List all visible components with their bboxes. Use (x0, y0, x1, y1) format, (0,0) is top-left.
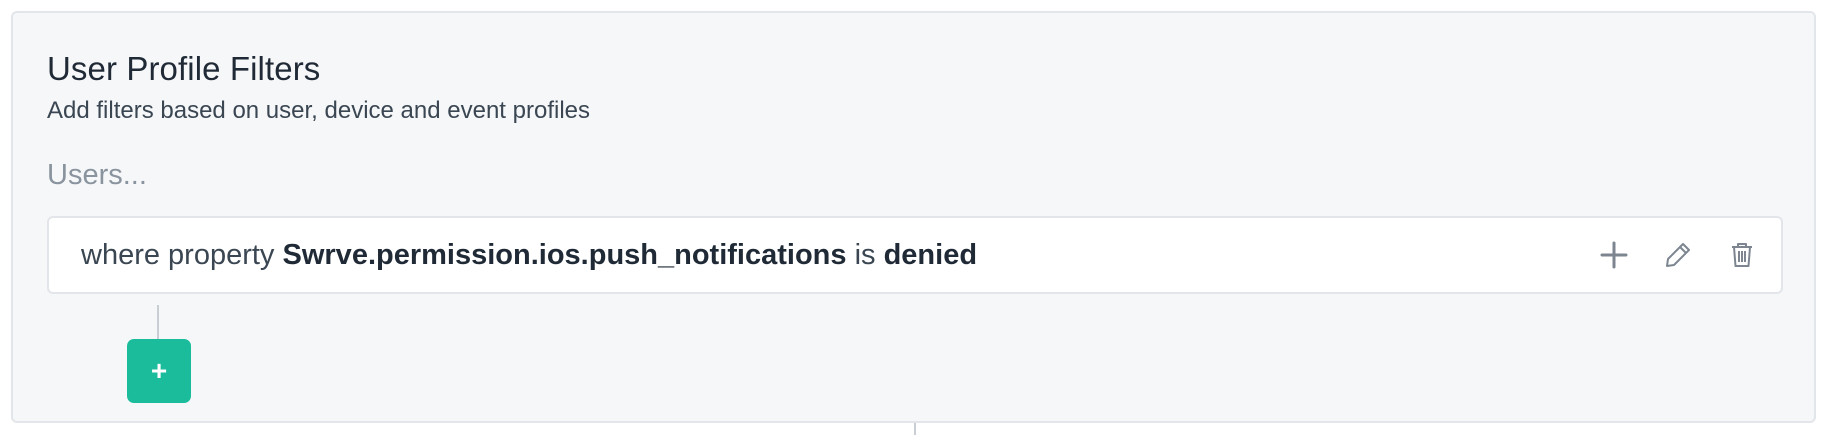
connector-line (157, 305, 159, 341)
section-subtitle: Add filters based on user, device and ev… (47, 97, 590, 124)
filter-prefix: where property (81, 238, 275, 271)
filter-row[interactable]: where property Swrve.permission.ios.push… (47, 216, 1783, 294)
section-title: User Profile Filters (47, 50, 321, 87)
plus-icon (1600, 241, 1628, 269)
bottom-connector-line (914, 423, 916, 435)
user-profile-filters-panel: User Profile Filters Add filters based o… (11, 11, 1816, 423)
trash-icon (1732, 243, 1752, 267)
filter-actions (1597, 218, 1759, 292)
add-filter-button[interactable] (1597, 238, 1631, 272)
add-filter-group-button[interactable]: + (127, 339, 191, 403)
edit-filter-button[interactable] (1661, 238, 1695, 272)
filter-value: denied (883, 238, 978, 271)
pencil-icon (1666, 243, 1690, 267)
delete-filter-button[interactable] (1725, 238, 1759, 272)
users-label: Users... (47, 159, 147, 191)
filter-property: Swrve.permission.ios.push_notifications (282, 238, 847, 271)
filter-operator: is (854, 238, 876, 271)
